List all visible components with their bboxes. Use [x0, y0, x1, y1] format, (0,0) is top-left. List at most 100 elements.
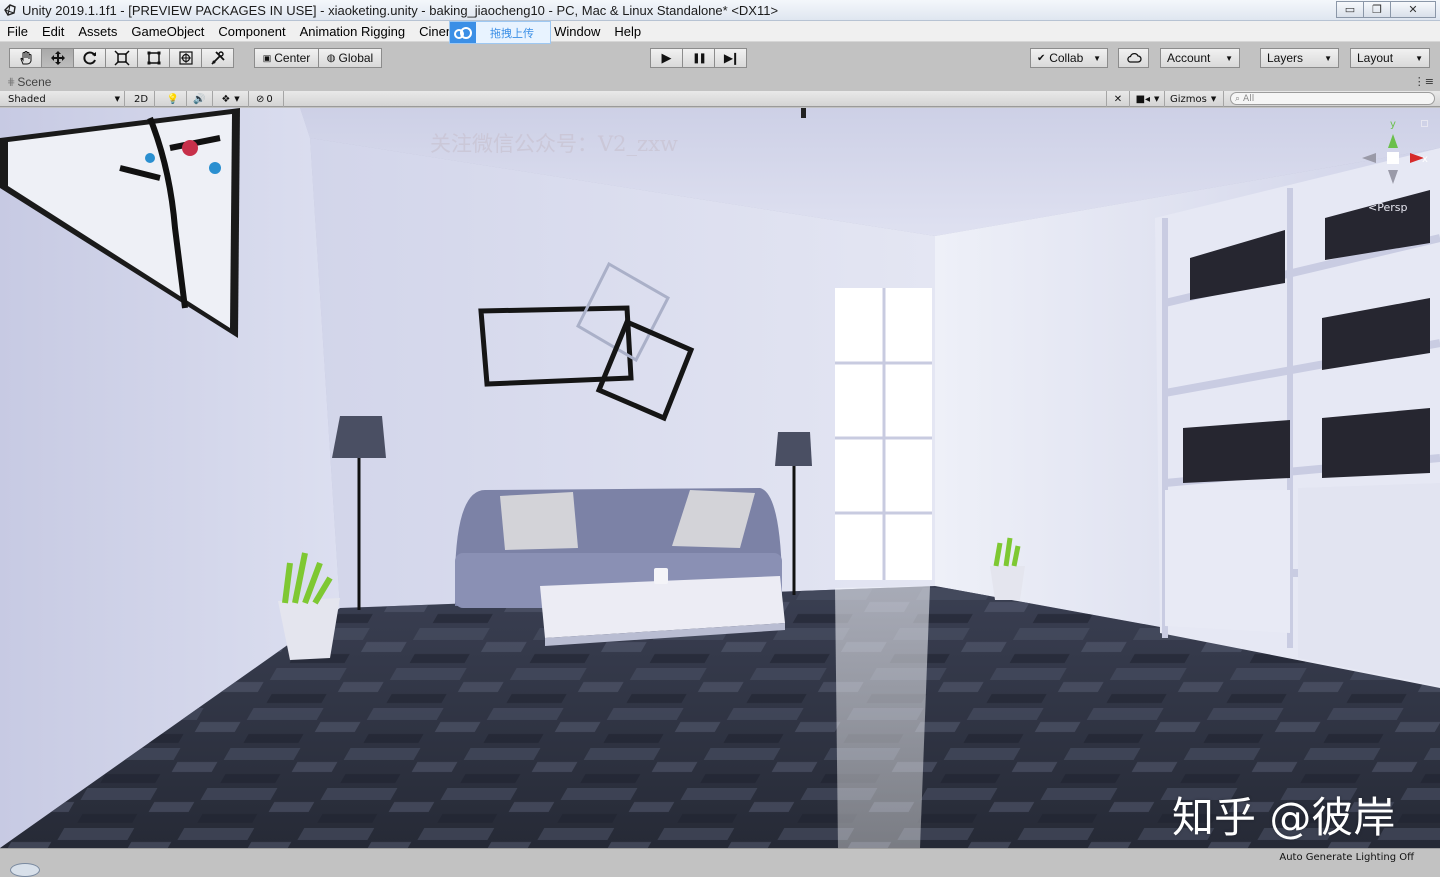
hand-icon — [19, 51, 31, 65]
lighting-toggle[interactable]: 💡 — [160, 91, 187, 107]
main-toolbar: ▣ Center ◍ Global ▶ ❚❚ ▶❙ ✔ Collab ▼ Account… — [0, 43, 1440, 74]
speaker-icon: 🔊 — [193, 93, 206, 105]
pivot-global-button[interactable]: ◍ Global — [318, 48, 382, 68]
effects-icon: ❖ — [221, 93, 231, 105]
tab-scene-label: Scene — [17, 75, 52, 89]
close-button[interactable]: ✕ — [1390, 1, 1436, 18]
gizmo-center-cube[interactable] — [1387, 152, 1399, 164]
gizmo-y-label: y — [1390, 119, 1396, 130]
collab-dropdown[interactable]: ✔ Collab ▼ — [1030, 48, 1108, 68]
menu-window[interactable]: Window — [547, 21, 607, 42]
gizmo-y-arrow[interactable] — [1388, 134, 1398, 148]
layers-dropdown[interactable]: Layers ▼ — [1260, 48, 1339, 68]
scale-icon — [113, 50, 130, 66]
gizmo-neg-x-arrow[interactable] — [1362, 153, 1376, 163]
gizmos-label: Gizmos — [1170, 93, 1207, 105]
transform-tool-button[interactable] — [169, 48, 202, 68]
layers-label: Layers — [1267, 51, 1304, 65]
pivot-center-button[interactable]: ▣ Center — [254, 48, 319, 68]
window-controls: ▭ ❐ ✕ — [1336, 1, 1436, 18]
cloud-icon — [1126, 52, 1142, 63]
menu-edit[interactable]: Edit — [35, 21, 71, 42]
move-tool-button[interactable] — [41, 48, 74, 68]
chevron-down-icon: ▼ — [1324, 53, 1332, 63]
menu-animation-rigging[interactable]: Animation Rigging — [293, 21, 413, 42]
draw-mode-dropdown[interactable]: Shaded ▼ — [4, 91, 125, 107]
wechat-watermark: 关注微信公众号：V2_zxw — [430, 132, 678, 156]
step-button[interactable]: ▶❙ — [714, 48, 747, 68]
chevron-down-icon: ▼ — [1210, 95, 1217, 103]
camera-icon: ■◂ — [1135, 93, 1151, 105]
scale-tool-button[interactable] — [105, 48, 138, 68]
wrench-icon — [210, 51, 225, 65]
audio-toggle[interactable]: 🔊 — [187, 91, 213, 107]
zhihu-watermark: 知乎 @彼岸 — [1172, 793, 1396, 842]
pause-button[interactable]: ❚❚ — [682, 48, 715, 68]
chevron-down-icon: ▼ — [1225, 53, 1233, 63]
layout-dropdown[interactable]: Layout ▼ — [1350, 48, 1430, 68]
scene-viewport[interactable]: 关注微信公众号：V2_zxw 知乎 @彼岸 y x <Persp — [0, 108, 1440, 848]
gizmo-neg-y-arrow[interactable] — [1388, 170, 1398, 184]
scene-search-input[interactable]: ⌕ All — [1230, 92, 1435, 105]
projection-text: Persp — [1377, 201, 1408, 214]
cloud-services-button[interactable] — [1118, 48, 1149, 68]
menu-help[interactable]: Help — [607, 21, 648, 42]
account-label: Account — [1167, 51, 1211, 65]
hand-tool-button[interactable] — [9, 48, 42, 68]
hidden-objects-toggle[interactable]: ⊘ 0 — [252, 91, 284, 107]
lock-icon[interactable] — [1421, 120, 1428, 127]
window-title: Unity 2019.1.1f1 - [PREVIEW PACKAGES IN … — [22, 2, 779, 18]
window-titlebar: Unity 2019.1.1f1 - [PREVIEW PACKAGES IN … — [0, 0, 1440, 21]
drag-upload-label: 拖拽上传 — [490, 26, 534, 40]
account-dropdown[interactable]: Account ▼ — [1160, 48, 1240, 68]
projection-arrow-icon: < — [1368, 201, 1378, 214]
move-icon — [50, 51, 65, 65]
status-bar: Auto Generate Lighting Off — [0, 848, 1440, 877]
pivot-center-label: Center — [274, 51, 311, 65]
rotate-icon — [82, 51, 96, 65]
menu-gameobject[interactable]: GameObject — [124, 21, 211, 42]
tab-menu-icon[interactable]: ⋮≡ — [1414, 75, 1434, 88]
scene-tab-strip: ⋕ Scene ⋮≡ — [0, 74, 1440, 91]
maximize-button[interactable]: ❐ — [1363, 1, 1391, 18]
menu-bar: File Edit Assets GameObject Component An… — [0, 21, 1440, 42]
rect-icon — [147, 51, 160, 65]
gizmos-dropdown[interactable]: Gizmos ▼ — [1166, 91, 1224, 107]
scene-tools-button[interactable]: ✕ — [1106, 91, 1130, 107]
toggle-2d-button[interactable]: 2D — [130, 91, 155, 107]
play-button[interactable]: ▶ — [650, 48, 683, 68]
scene-orientation-gizmo[interactable]: y x — [1356, 118, 1430, 200]
room-render — [0, 108, 1440, 848]
menu-assets[interactable]: Assets — [71, 21, 124, 42]
custom-tool-button[interactable] — [201, 48, 234, 68]
gizmo-x-label: x — [1422, 154, 1428, 165]
play-icon: ▶ — [661, 50, 672, 65]
chevron-down-icon: ▼ — [114, 95, 120, 103]
camera-dropdown[interactable]: ■◂ ▼ — [1131, 91, 1165, 107]
minimize-icon: ▭ — [1344, 3, 1356, 16]
tab-scene[interactable]: ⋕ Scene — [7, 75, 51, 89]
console-status-icon[interactable] — [10, 863, 40, 877]
status-lighting-text: Auto Generate Lighting Off — [1279, 852, 1414, 863]
maximize-icon: ❐ — [1372, 3, 1382, 16]
effects-dropdown[interactable]: ❖ ▼ — [213, 91, 249, 107]
menu-component[interactable]: Component — [211, 21, 292, 42]
hidden-count: 0 — [266, 93, 273, 105]
cloud-upload-icon — [450, 22, 476, 43]
transform-icon — [178, 51, 193, 65]
collab-label: Collab — [1049, 51, 1084, 65]
search-placeholder: All — [1243, 93, 1255, 104]
rect-tool-button[interactable] — [137, 48, 170, 68]
wrench-icon: ✕ — [1113, 93, 1123, 105]
layout-label: Layout — [1357, 51, 1394, 65]
projection-label[interactable]: <Persp — [1368, 201, 1407, 214]
grid-icon: ⋕ — [7, 76, 16, 88]
globe-icon: ◍ — [326, 52, 336, 64]
menu-file[interactable]: File — [0, 21, 35, 42]
draw-mode-label: Shaded — [8, 93, 46, 105]
minimize-button[interactable]: ▭ — [1336, 1, 1364, 18]
drag-upload-popup[interactable]: 拖拽上传 — [449, 21, 551, 44]
eye-slash-icon: ⊘ — [256, 93, 265, 105]
rotate-tool-button[interactable] — [73, 48, 106, 68]
step-icon: ▶❙ — [723, 51, 740, 65]
